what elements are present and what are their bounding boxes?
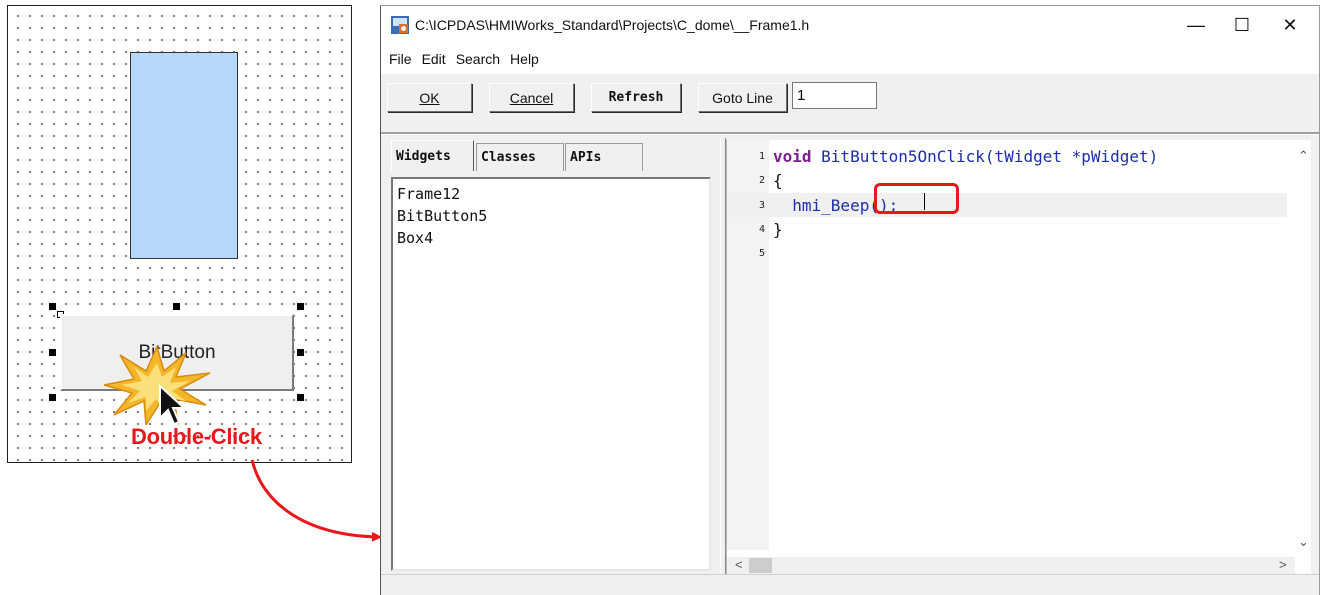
close-icon: ✕	[1282, 14, 1298, 35]
tab-apis[interactable]: APIs	[565, 143, 643, 171]
code-text-content: {	[773, 171, 783, 190]
code-keyword: void	[773, 147, 812, 166]
mouse-cursor-icon	[159, 384, 187, 426]
selection-handle[interactable]	[49, 349, 56, 356]
window-title: C:\ICPDAS\HMIWorks_Standard\Projects\C_d…	[415, 17, 810, 33]
line-number: 2	[758, 175, 765, 186]
scroll-up-icon[interactable]: ⌃	[1298, 148, 1309, 164]
goto-line-button[interactable]: Goto Line	[698, 83, 787, 112]
selection-handle[interactable]	[49, 303, 56, 310]
scroll-thumb[interactable]	[749, 558, 772, 573]
double-click-annotation: Double-Click	[131, 424, 262, 449]
menu-bar: File Edit Search Help	[381, 44, 1319, 74]
maximize-icon: ☐	[1233, 14, 1251, 35]
code-editor[interactable]: 1 void BitButton5OnClick(tWidget *pWidge…	[726, 140, 1311, 574]
blue-rectangle-widget[interactable]	[130, 52, 238, 259]
code-line[interactable]: 1 void BitButton5OnClick(tWidget *pWidge…	[727, 144, 1287, 168]
text-caret	[924, 193, 925, 210]
scroll-left-icon[interactable]: <	[735, 557, 743, 572]
code-text: void BitButton5OnClick(tWidget *pWidget)	[773, 147, 1158, 166]
list-item[interactable]: Box4	[397, 227, 705, 249]
line-number: 3	[758, 200, 765, 211]
vertical-scrollbar[interactable]: ⌃ ⌄	[1294, 140, 1311, 557]
widgets-list[interactable]: Frame12 BitButton5 Box4	[391, 177, 711, 571]
goto-line-input[interactable]	[792, 82, 877, 109]
refresh-button[interactable]: Refresh	[591, 83, 681, 112]
title-bar[interactable]: C:\ICPDAS\HMIWorks_Standard\Projects\C_d…	[381, 6, 1319, 44]
code-text-content: }	[773, 220, 783, 239]
refresh-button-label: Refresh	[608, 90, 664, 105]
highlight-box	[874, 183, 959, 214]
cancel-button-label: Cancel	[509, 89, 554, 106]
menu-help[interactable]: Help	[510, 51, 539, 67]
status-bar	[381, 574, 1319, 595]
list-item[interactable]: Frame12	[397, 183, 705, 205]
code-line[interactable]: 4 }	[727, 217, 1287, 241]
toolbar-divider	[381, 132, 1319, 135]
code-line-current[interactable]: 3 hmi_Beep();	[727, 193, 1287, 217]
tab-widgets-label: Widgets	[396, 148, 451, 164]
minimize-button[interactable]: —	[1173, 6, 1219, 44]
selection-handle[interactable]	[297, 349, 304, 356]
cancel-button[interactable]: Cancel	[489, 83, 574, 112]
selection-handle[interactable]	[297, 394, 304, 401]
code-line[interactable]: 5	[727, 241, 1287, 265]
code-line[interactable]: 2 {	[727, 168, 1287, 192]
menu-search[interactable]: Search	[456, 51, 500, 67]
tab-widgets[interactable]: Widgets	[391, 140, 474, 171]
app-icon	[391, 16, 409, 34]
scroll-right-icon[interactable]: >	[1279, 557, 1287, 572]
tab-classes-label: Classes	[481, 150, 536, 165]
horizontal-scrollbar[interactable]: < >	[727, 557, 1295, 574]
selection-handle[interactable]	[49, 394, 56, 401]
close-button[interactable]: ✕	[1267, 6, 1313, 44]
line-number: 1	[758, 151, 765, 162]
selection-handle[interactable]	[173, 303, 180, 310]
line-number: 5	[758, 248, 765, 259]
scroll-down-icon[interactable]: ⌄	[1298, 534, 1309, 550]
code-text-content: BitButton5OnClick(tWidget *pWidget)	[811, 147, 1159, 166]
goto-line-button-label: Goto Line	[712, 89, 773, 106]
tab-classes[interactable]: Classes	[476, 143, 564, 171]
menu-edit[interactable]: Edit	[422, 51, 446, 67]
ok-button[interactable]: OK	[387, 83, 472, 112]
line-number: 4	[758, 224, 765, 235]
list-item[interactable]: BitButton5	[397, 205, 705, 227]
menu-file[interactable]: File	[389, 51, 412, 67]
minimize-icon: —	[1187, 14, 1205, 35]
maximize-button[interactable]: ☐	[1219, 6, 1265, 44]
ok-button-label: OK	[419, 89, 440, 106]
selection-handle[interactable]	[297, 303, 304, 310]
code-editor-window: C:\ICPDAS\HMIWorks_Standard\Projects\C_d…	[380, 5, 1320, 595]
toolbar: OK Cancel Refresh Goto Line	[381, 74, 1319, 120]
tab-apis-label: APIs	[570, 150, 602, 165]
